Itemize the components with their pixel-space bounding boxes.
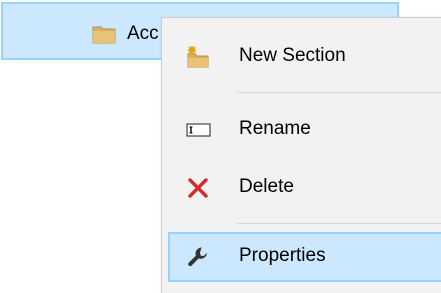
menu-item-new-section[interactable]: New Section <box>168 32 441 82</box>
rename-icon <box>186 118 211 142</box>
menu-item-delete[interactable]: Delete <box>168 163 441 213</box>
wrench-icon <box>186 245 210 269</box>
menu-item-rename[interactable]: Rename <box>168 105 441 155</box>
new-section-folder-icon <box>186 45 210 69</box>
screen: Acc New Section Rename Delete Properties <box>0 0 441 293</box>
menu-item-label: Delete <box>239 176 294 197</box>
menu-item-properties[interactable]: Properties <box>168 232 441 282</box>
folder-icon <box>92 24 116 49</box>
menu-separator <box>237 92 441 93</box>
menu-item-label: New Section <box>239 45 346 66</box>
menu-separator <box>237 223 441 224</box>
tree-item-label: Acc <box>127 23 159 44</box>
menu-item-label: Rename <box>239 118 311 139</box>
context-menu: New Section Rename Delete Properties <box>161 17 441 293</box>
delete-x-icon <box>186 176 210 200</box>
menu-item-label: Properties <box>239 245 326 266</box>
